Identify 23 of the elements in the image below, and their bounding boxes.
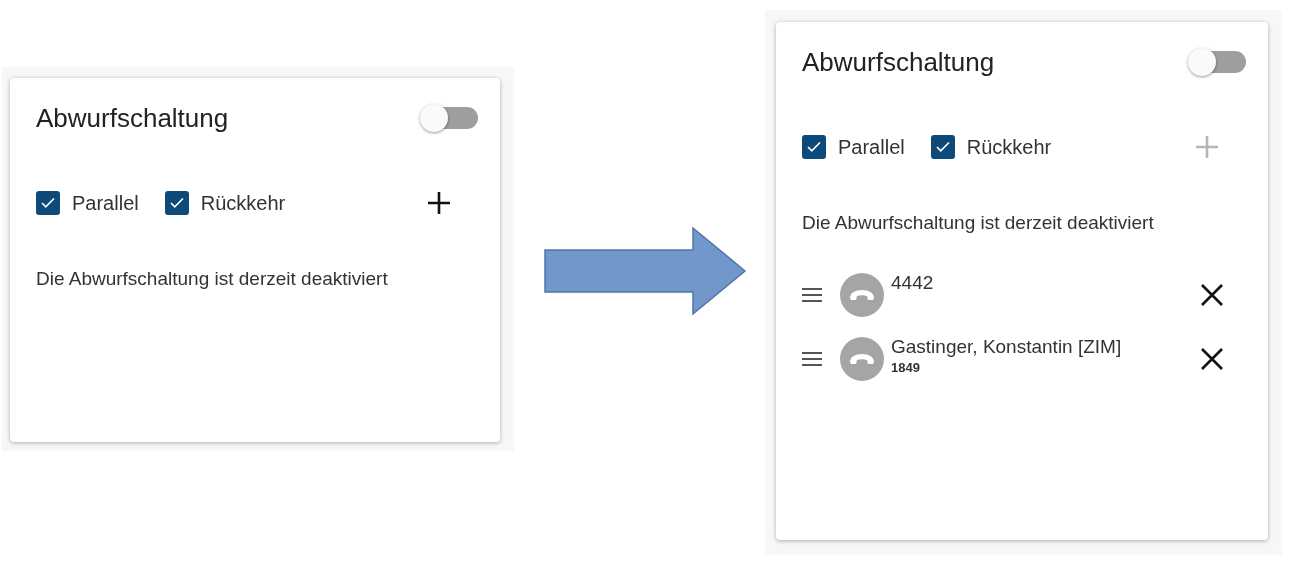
panel-title: Abwurfschaltung [36, 102, 229, 134]
contact-number: 1849 [891, 360, 921, 375]
checkbox[interactable] [164, 191, 189, 215]
phone-avatar-icon [840, 273, 884, 317]
checkbox[interactable] [930, 135, 955, 159]
status-message: Die Abwurfschaltung ist derzeit deaktiviert [36, 268, 389, 290]
checkbox-label[interactable]: Rückkehr [164, 191, 286, 215]
panel-title: Abwurfschaltung [802, 46, 995, 78]
phone-avatar-icon [840, 337, 884, 381]
toggle-switch[interactable] [1190, 51, 1246, 73]
close-icon[interactable] [1200, 283, 1224, 307]
toggle-switch[interactable] [422, 107, 478, 129]
checkbox[interactable] [36, 191, 60, 215]
contact-name: Gastinger, Konstantin [ZIM] [891, 336, 1122, 358]
drag-handle-icon[interactable] [802, 288, 822, 302]
checkbox[interactable] [802, 135, 826, 159]
close-icon[interactable] [1200, 347, 1224, 371]
checkbox-label[interactable]: Parallel [36, 191, 139, 215]
checkbox-label[interactable]: Rückkehr [930, 135, 1052, 159]
status-message: Die Abwurfschaltung ist derzeit deaktiviert [802, 212, 1155, 234]
drag-handle-icon[interactable] [802, 352, 822, 366]
contact-name: 4442 [891, 272, 934, 294]
checkbox-label[interactable]: Parallel [802, 135, 905, 159]
